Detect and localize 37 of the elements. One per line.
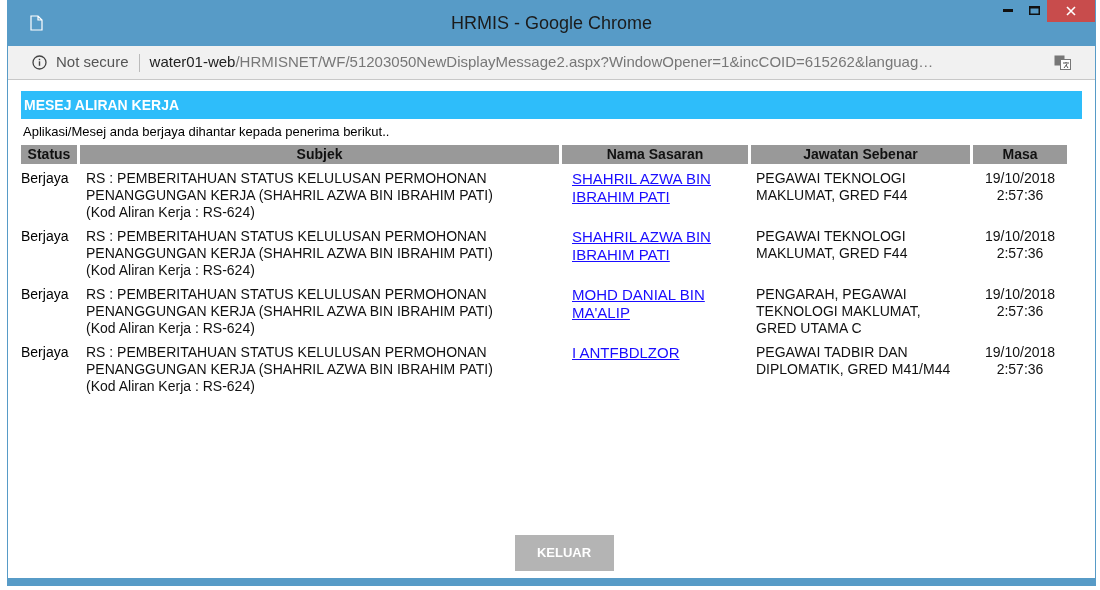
column-header: Status [21, 144, 77, 164]
name-link[interactable]: MOHD DANIAL BIN MA'ALIP [572, 285, 728, 322]
name-link[interactable]: SHAHRIL AZWA BIN IBRAHIM PATI [572, 227, 728, 264]
close-icon [1066, 6, 1076, 16]
security-label: Not secure [56, 52, 129, 73]
minimize-icon [1003, 8, 1013, 12]
address-bar[interactable]: Not secure water01-web/HRMISNET/WF/51203050NewDisplayMessage2.aspx?WindowOpener=1&incCOID=615262&languag… [8, 46, 1095, 80]
position-text: PEGAWAI TEKNOLOGI MAKLUMAT, GRED F44 [756, 169, 908, 203]
message-text: Aplikasi/Mesej anda berjaya dihantar kepada penerima berikut.. [22, 123, 391, 141]
position-text: PEGAWAI TADBIR DAN DIPLOMATIK, GRED M41/M44 [756, 343, 951, 377]
subject-text: RS : PEMBERITAHUAN STATUS KELULUSAN PERMOHONAN PENANGGUNGAN KERJA (SHAHRIL AZWA BIN IBRAHIM PATI) (Kod Aliran Kerja : RS-624) [86, 169, 493, 220]
column-header: Nama Sasaran [562, 144, 748, 164]
status-text: Berjaya [21, 227, 69, 244]
maximize-icon [1028, 5, 1040, 15]
name-link[interactable]: SHAHRIL AZWA BIN IBRAHIM PATI [572, 169, 728, 206]
info-icon [32, 55, 47, 70]
subject-text: RS : PEMBERITAHUAN STATUS KELULUSAN PERMOHONAN PENANGGUNGAN KERJA (SHAHRIL AZWA BIN IBRAHIM PATI) (Kod Aliran Kerja : RS-624) [86, 343, 493, 394]
page-icon [30, 15, 43, 31]
section-header: MESEJ ALIRAN KERJA [21, 91, 1082, 119]
position-text: PEGAWAI TEKNOLOGI MAKLUMAT, GRED F44 [756, 227, 908, 261]
column-header: Subjek [80, 144, 559, 164]
time-text: 19/10/2018 2:57:36 [984, 343, 1056, 377]
position-text: PENGARAH, PEGAWAI TEKNOLOGI MAKLUMAT, GRED UTAMA C [756, 285, 921, 336]
time-text: 19/10/2018 2:57:36 [984, 169, 1056, 203]
url-text: water01-web/HRMISNET/WF/51203050NewDisplayMessage2.aspx?WindowOpener=1&incCOID=615262&languag… [149, 52, 934, 73]
subject-text: RS : PEMBERITAHUAN STATUS KELULUSAN PERMOHONAN PENANGGUNGAN KERJA (SHAHRIL AZWA BIN IBRAHIM PATI) (Kod Aliran Kerja : RS-624) [86, 285, 493, 336]
translate-icon [1054, 55, 1071, 70]
column-header: Masa [973, 144, 1067, 164]
window-title: HRMIS - Google Chrome [450, 12, 653, 33]
time-text: 19/10/2018 2:57:36 [984, 227, 1056, 261]
subject-text: RS : PEMBERITAHUAN STATUS KELULUSAN PERMOHONAN PENANGGUNGAN KERJA (SHAHRIL AZWA BIN IBRAHIM PATI) (Kod Aliran Kerja : RS-624) [86, 227, 493, 278]
status-text: Berjaya [21, 343, 69, 360]
status-text: Berjaya [21, 285, 69, 302]
name-link[interactable]: I ANTFBDLZOR [572, 343, 680, 362]
time-text: 19/10/2018 2:57:36 [984, 285, 1056, 319]
column-header: Jawatan Sebenar [751, 144, 970, 164]
status-text: Berjaya [21, 169, 69, 186]
